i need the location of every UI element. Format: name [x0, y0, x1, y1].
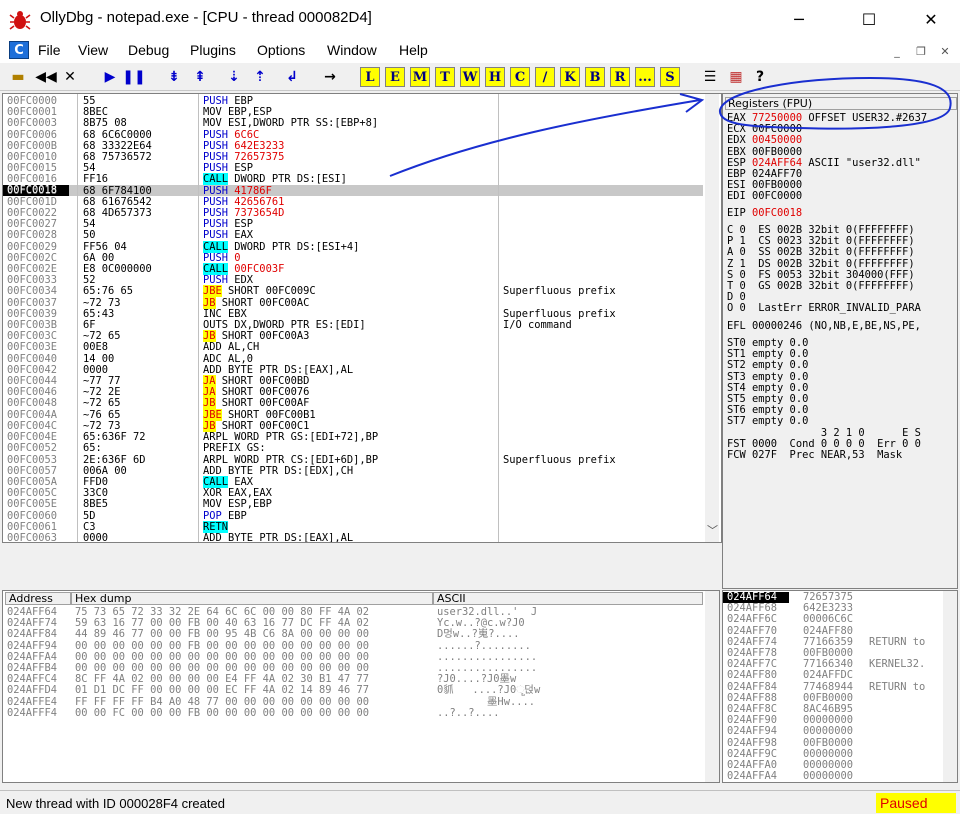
- menu-window[interactable]: Window: [327, 42, 377, 58]
- call-stack-button[interactable]: K: [560, 67, 580, 87]
- disasm-instruction: POP EBP: [203, 509, 247, 522]
- run-state-badge: Paused: [876, 793, 956, 813]
- efl-register: EFL 00000246 (NO,NB,E,BE,NS,PE,: [727, 320, 921, 332]
- run-trace-button[interactable]: ...: [635, 67, 655, 87]
- pause-icon[interactable]: ❚❚: [122, 67, 145, 87]
- register-edi[interactable]: EDI 00FC0000: [727, 191, 927, 202]
- maximize-button[interactable]: ☐: [846, 0, 892, 38]
- stack-scrollbar[interactable]: [943, 591, 957, 782]
- menu-view[interactable]: View: [78, 42, 108, 58]
- references-window-button[interactable]: R: [610, 67, 630, 87]
- registers-pane[interactable]: Registers (FPU) EAX 77250000 OFFSET USER…: [722, 93, 958, 589]
- modules-window-button[interactable]: E: [385, 67, 405, 87]
- current-address: 00FC0018: [7, 184, 58, 196]
- go-to-origin-icon[interactable]: →: [320, 67, 340, 87]
- log-window-button[interactable]: L: [360, 67, 380, 87]
- menu-bar: C File View Debug Plugins Options Window…: [0, 38, 960, 63]
- menu-help[interactable]: Help: [399, 42, 428, 58]
- step-over-icon[interactable]: ⇞: [190, 67, 210, 87]
- minimize-button[interactable]: ─: [776, 0, 822, 38]
- menu-debug[interactable]: Debug: [128, 42, 169, 58]
- stack-value-column: 72657375 642E3233 00006C6C 024AFF80 7716…: [803, 591, 854, 783]
- stack-top-address: 024AFF64: [727, 591, 778, 603]
- appearance-icon[interactable]: ▦: [726, 67, 746, 87]
- threads-window-button[interactable]: T: [435, 67, 455, 87]
- close-program-icon[interactable]: ✕: [60, 67, 80, 87]
- close-button[interactable]: ✕: [908, 0, 954, 38]
- dump-header-ascii[interactable]: ASCII: [433, 592, 703, 605]
- disasm-comment-column: Superfluous prefix Superfluous prefix I/…: [503, 285, 616, 466]
- stack-comment-column: RETURN to KERNEL32. RETURN to: [869, 635, 926, 693]
- help-icon[interactable]: ?: [750, 67, 770, 87]
- mdi-restore-button[interactable]: ❐: [912, 43, 930, 59]
- dump-ascii-column: user32.dll..' J Yc.w..?@c.w?J0 D멍w..?嵬?.…: [437, 606, 541, 719]
- dump-address-column: 024AFF64 024AFF74 024AFF84 024AFF94 024A…: [7, 606, 58, 719]
- handles-window-button[interactable]: H: [485, 67, 505, 87]
- memory-dump-pane[interactable]: Address Hex dump ASCII 024AFF64 024AFF74…: [2, 590, 720, 783]
- scroll-down-icon[interactable]: ﹀: [707, 522, 718, 538]
- cpu-window-icon[interactable]: C: [9, 41, 29, 59]
- fpu-registers: ST0 empty 0.0 ST1 empty 0.0 ST2 empty 0.…: [727, 337, 921, 462]
- window-title: OllyDbg - notepad.exe - [CPU - thread 00…: [40, 9, 372, 26]
- disasm-hex-column: 55 8BEC 8B75 08 68 6C6C0000 68 33322E64 …: [83, 95, 152, 543]
- disasm-instruction: ADD BYTE PTR DS:[EAX],AL: [203, 531, 354, 543]
- registers-header[interactable]: Registers (FPU): [725, 97, 957, 110]
- cpu-window-button[interactable]: C: [510, 67, 530, 87]
- execute-till-return-icon[interactable]: ↲: [282, 67, 302, 87]
- dump-header-hex[interactable]: Hex dump: [71, 592, 433, 605]
- menu-options[interactable]: Options: [257, 42, 305, 58]
- general-registers: EAX 77250000 OFFSET USER32.#2637 ECX 00FC…: [727, 112, 927, 203]
- memory-window-button[interactable]: M: [410, 67, 430, 87]
- animate-over-icon[interactable]: ⇡: [250, 67, 270, 87]
- title-bar: OllyDbg - notepad.exe - [CPU - thread 00…: [0, 0, 960, 38]
- source-window-button[interactable]: S: [660, 67, 680, 87]
- restart-icon[interactable]: ◀◀: [35, 67, 57, 87]
- ollydbg-bug-icon: [9, 11, 31, 30]
- disasm-instruction-column: PUSH EBP MOV EBP,ESP MOV ESI,DWORD PTR SS:…: [203, 95, 378, 543]
- menu-file[interactable]: File: [38, 42, 61, 58]
- disassembly-pane[interactable]: 00FC0000 00FC0001 00FC0003 00FC0006 00FC…: [2, 93, 722, 543]
- dump-scrollbar[interactable]: [705, 591, 719, 782]
- disasm-address-column: 00FC0000 00FC0001 00FC0003 00FC0006 00FC…: [7, 95, 58, 543]
- toolbar: ▬ ◀◀ ✕ ▶ ❚❚ ⇟ ⇞ ⇣ ⇡ ↲ → L E M T W H C / …: [0, 63, 960, 91]
- patches-window-button[interactable]: /: [535, 67, 555, 87]
- disasm-scrollbar[interactable]: ﹀: [705, 94, 719, 542]
- dump-header-address[interactable]: Address: [5, 592, 71, 605]
- mdi-close-button[interactable]: ✕: [936, 43, 954, 59]
- flags-segments: C 0 ES 002B 32bit 0(FFFFFFFF) P 1 CS 002…: [727, 224, 921, 315]
- mdi-minimize-button[interactable]: _: [888, 43, 906, 59]
- stack-pane[interactable]: 024AFF64 024AFF68 024AFF6C 024AFF70 024A…: [722, 590, 958, 783]
- open-icon[interactable]: ▬: [8, 67, 28, 87]
- animate-into-icon[interactable]: ⇣: [224, 67, 244, 87]
- step-into-icon[interactable]: ⇟: [164, 67, 184, 87]
- menu-plugins[interactable]: Plugins: [190, 42, 236, 58]
- stack-address-column: 024AFF64 024AFF68 024AFF6C 024AFF70 024A…: [727, 591, 778, 783]
- breakpoints-window-button[interactable]: B: [585, 67, 605, 87]
- status-bar: New thread with ID 000028F4 created Paus…: [0, 790, 960, 814]
- eip-register: EIP 00FC0018: [727, 207, 803, 219]
- list-icon[interactable]: ☰: [700, 67, 720, 87]
- status-message: New thread with ID 000028F4 created: [6, 796, 225, 811]
- windows-window-button[interactable]: W: [460, 67, 480, 87]
- run-icon[interactable]: ▶: [100, 67, 120, 87]
- dump-hex-column: 75 73 65 72 33 32 2E 64 6C 6C 00 00 80 F…: [75, 606, 370, 719]
